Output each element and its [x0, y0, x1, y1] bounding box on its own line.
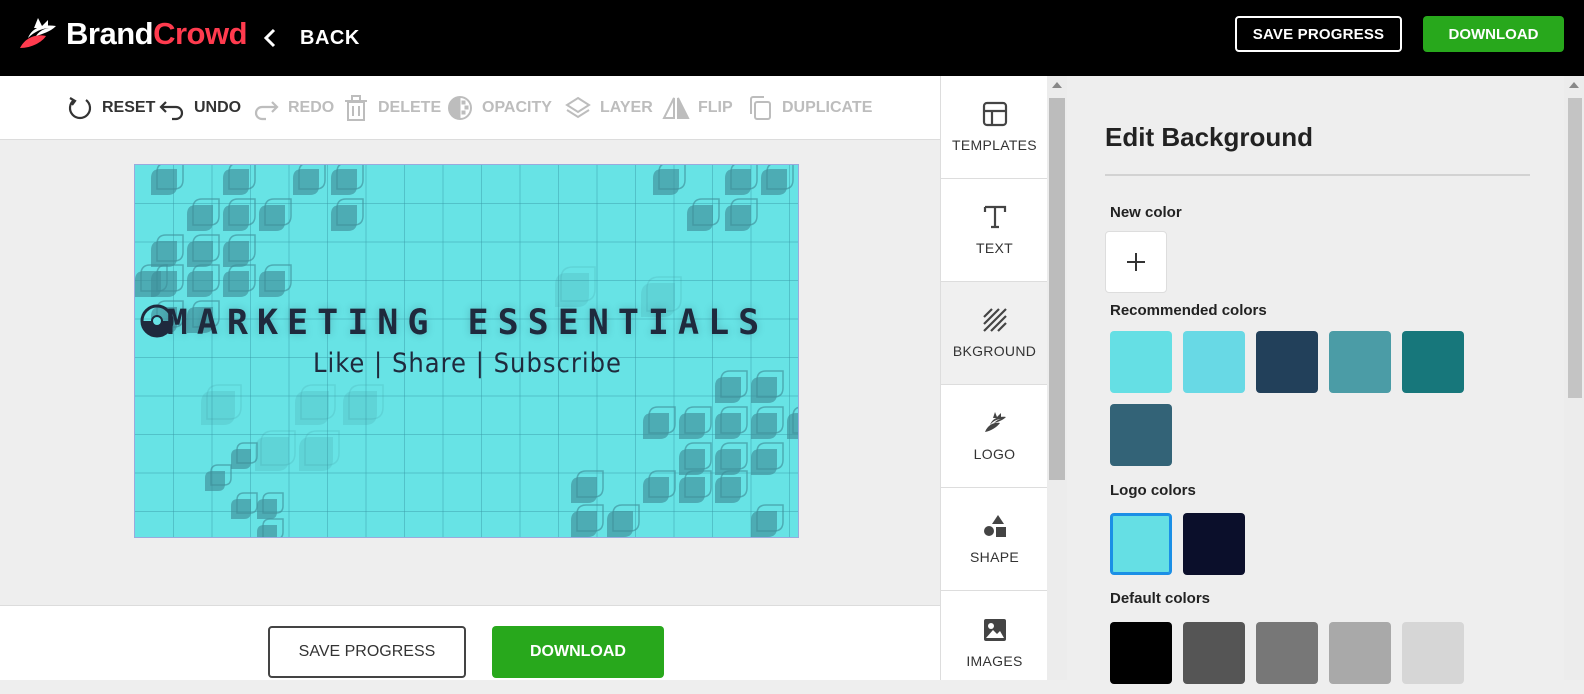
duplicate-button[interactable]: DUPLICATE — [746, 76, 872, 140]
panel-scrollbar[interactable] — [1564, 76, 1584, 680]
design-canvas[interactable]: MARKETING ESSENTIALS Like | Share | Subs… — [134, 164, 799, 538]
back-label: BACK — [300, 26, 360, 49]
add-new-color-button[interactable] — [1105, 231, 1167, 293]
recommended-color-swatch[interactable] — [1110, 331, 1172, 393]
delete-button[interactable]: DELETE — [342, 76, 441, 140]
design-title-right: ESSENTIALS — [467, 303, 769, 343]
logo-crowd-text: Crowd — [153, 16, 248, 51]
scroll-up-arrow-icon[interactable] — [1052, 82, 1062, 88]
opacity-label: OPACITY — [482, 99, 552, 116]
recommended-color-swatch[interactable] — [1110, 404, 1172, 466]
pokeball-icon — [140, 304, 174, 338]
nav-templates[interactable]: TEMPLATES — [941, 76, 1048, 179]
nav-shape[interactable]: SHAPE — [941, 488, 1048, 591]
side-nav-scrollbar[interactable] — [1047, 76, 1067, 680]
brandcrowd-logo[interactable]: BrandCrowd — [16, 14, 248, 54]
back-button[interactable]: BACK — [262, 18, 360, 58]
design-title-left: MARKETING — [166, 303, 438, 343]
text-icon — [983, 205, 1006, 229]
flip-button[interactable]: FLIP — [662, 76, 733, 140]
undo-label: UNDO — [194, 99, 242, 116]
logo-colors-label: Logo colors — [1110, 482, 1196, 499]
panel-divider — [1105, 174, 1530, 176]
duplicate-label: DUPLICATE — [782, 99, 873, 116]
nav-text-label: TEXT — [976, 240, 1013, 256]
delete-label: DELETE — [378, 99, 442, 116]
bottom-action-bar: SAVE PROGRESS DOWNLOAD — [0, 605, 940, 680]
layers-icon — [565, 96, 591, 119]
nav-text[interactable]: TEXT — [941, 179, 1048, 282]
side-nav-scroll-thumb[interactable] — [1049, 98, 1065, 480]
nav-templates-label: TEMPLATES — [952, 137, 1037, 153]
default-color-swatch[interactable] — [1110, 622, 1172, 684]
nav-background-label: BKGROUND — [952, 343, 1037, 359]
reset-icon — [68, 97, 92, 120]
bottom-download-button[interactable]: DOWNLOAD — [492, 626, 664, 678]
nav-images-label: IMAGES — [966, 652, 1023, 669]
logo-brand-text: Brand — [66, 16, 154, 51]
redo-button[interactable]: REDO — [252, 76, 334, 140]
panel-title: Edit Background — [1105, 122, 1314, 152]
reset-label: RESET — [102, 99, 156, 116]
nav-images[interactable]: IMAGES — [941, 591, 1048, 694]
plus-icon — [1127, 253, 1145, 271]
design-subtitle[interactable]: Like | Share | Subscribe — [135, 348, 798, 379]
editor-toolbar: RESET UNDO REDO DELETE OPACITY LAYER FLI… — [0, 76, 940, 140]
design-title[interactable]: MARKETING ESSENTIALS — [135, 303, 798, 343]
images-icon — [983, 618, 1006, 641]
nav-logo-label: LOGO — [973, 446, 1016, 462]
logo-icon — [984, 412, 1006, 432]
default-color-swatch[interactable] — [1329, 622, 1391, 684]
shape-icon — [983, 515, 1006, 537]
recommended-color-swatch[interactable] — [1329, 331, 1391, 393]
new-color-label: New color — [1110, 204, 1182, 221]
panel-scroll-up-arrow-icon[interactable] — [1569, 82, 1579, 88]
logo-color-swatch[interactable] — [1110, 513, 1172, 575]
default-color-swatch[interactable] — [1183, 622, 1245, 684]
nav-shape-label: SHAPE — [970, 549, 1019, 565]
redo-label: REDO — [288, 99, 335, 116]
templates-icon — [982, 101, 1007, 127]
recommended-color-swatch[interactable] — [1183, 331, 1245, 393]
panel-scroll-thumb[interactable] — [1568, 98, 1582, 398]
reset-button[interactable]: RESET — [66, 76, 155, 140]
top-bar: BrandCrowd BACK SAVE PROGRESS DOWNLOAD — [0, 0, 1584, 76]
bottom-save-progress-button[interactable]: SAVE PROGRESS — [268, 626, 466, 678]
default-color-swatch[interactable] — [1402, 622, 1464, 684]
opacity-icon — [448, 96, 472, 120]
chevron-left-icon — [263, 28, 276, 48]
flip-icon — [662, 97, 690, 119]
background-icon — [982, 308, 1007, 332]
flip-label: FLIP — [698, 99, 733, 116]
nav-background[interactable]: BKGROUND — [941, 282, 1048, 385]
default-color-swatch[interactable] — [1256, 622, 1318, 684]
header-download-button[interactable]: DOWNLOAD — [1423, 16, 1564, 52]
duplicate-icon — [750, 96, 771, 120]
logo-color-swatch[interactable] — [1183, 513, 1245, 575]
brandcrowd-bird-icon — [20, 18, 56, 48]
default-colors-label: Default colors — [1110, 590, 1211, 607]
recommended-color-swatch[interactable] — [1256, 331, 1318, 393]
opacity-button[interactable]: OPACITY — [446, 76, 552, 140]
layer-button[interactable]: LAYER — [564, 76, 653, 140]
header-save-progress-button[interactable]: SAVE PROGRESS — [1235, 16, 1402, 52]
undo-button[interactable]: UNDO — [158, 76, 241, 140]
side-nav: TEMPLATES TEXT BKGROUND LOGO SHAPE IMAGE… — [940, 76, 1048, 680]
redo-icon — [254, 101, 279, 121]
recommended-color-swatch[interactable] — [1402, 331, 1464, 393]
recommended-colors-label: Recommended colors — [1110, 302, 1267, 319]
undo-icon — [159, 101, 184, 121]
trash-icon — [345, 95, 367, 121]
edit-background-panel: Edit Background New color Recommended co… — [1067, 76, 1564, 684]
nav-logo[interactable]: LOGO — [941, 385, 1048, 488]
layer-label: LAYER — [600, 99, 653, 116]
